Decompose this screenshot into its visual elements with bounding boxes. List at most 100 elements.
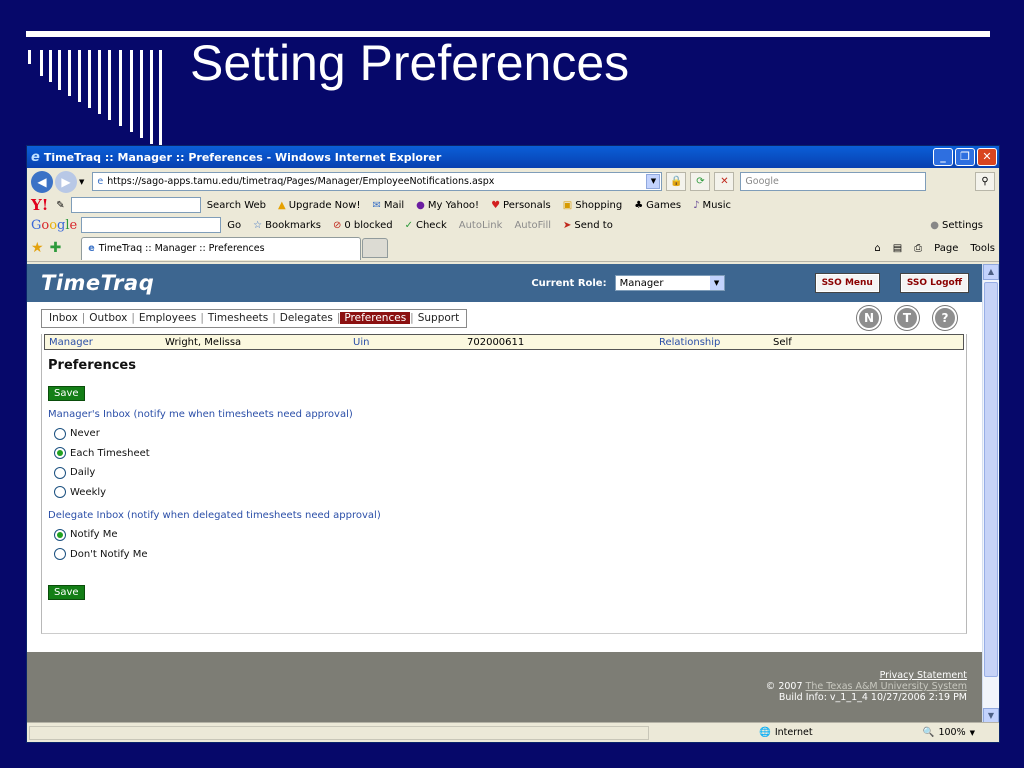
page-menu[interactable]: Page (934, 243, 958, 254)
radio-button[interactable] (54, 528, 66, 541)
employee-info-row: Manager Wright, Melissa Uin 702000611 Re… (44, 334, 964, 350)
tools-menu[interactable]: Tools (970, 243, 995, 254)
feeds-icon[interactable]: ▤ (893, 243, 902, 254)
shopping-bag-icon: ▣ (562, 199, 573, 211)
manager-inbox-options: Never Each Timesheet Daily Weekly (42, 424, 966, 502)
radio-label: Each Timesheet (70, 447, 150, 459)
radio-button[interactable] (54, 427, 66, 440)
manager-inbox-option[interactable]: Never (54, 424, 966, 444)
decorative-bar (28, 50, 31, 64)
personals-button[interactable]: ♥ Personals (491, 200, 551, 211)
decorative-bar (108, 50, 111, 120)
bookmarks-button[interactable]: ☆ Bookmarks (253, 220, 321, 231)
go-button[interactable]: Go (227, 220, 241, 231)
slide-title: Setting Preferences (190, 35, 630, 91)
send-to-button[interactable]: ➤ Send to (563, 220, 613, 231)
search-input[interactable]: Google (740, 172, 927, 191)
nav-item-timesheets[interactable]: Timesheets (204, 312, 272, 324)
scroll-up-icon[interactable]: ▲ (983, 264, 999, 280)
radio-button[interactable] (54, 466, 66, 479)
autofill-button[interactable]: AutoFill (514, 220, 551, 231)
privacy-statement-link[interactable]: Privacy Statement (880, 670, 967, 681)
google-search-input[interactable] (81, 217, 222, 233)
home-icon[interactable]: ⌂ (874, 243, 880, 254)
save-button-bottom[interactable]: Save (48, 585, 85, 600)
yahoo-logo[interactable]: Y! (31, 196, 48, 214)
save-button-top[interactable]: Save (48, 386, 85, 401)
manager-inbox-option[interactable]: Weekly (54, 483, 966, 503)
nav-item-outbox[interactable]: Outbox (85, 312, 131, 324)
nav-item-inbox[interactable]: Inbox (45, 312, 82, 324)
manager-inbox-option[interactable]: Daily (54, 463, 966, 483)
history-dropdown-icon[interactable]: ▼ (79, 178, 84, 186)
delegate-inbox-option[interactable]: Don't Notify Me (54, 545, 966, 565)
autolink-button[interactable]: AutoLink (459, 220, 503, 231)
google-logo[interactable]: Google (31, 218, 77, 233)
radio-button[interactable] (54, 548, 66, 561)
sso-menu-button[interactable]: SSO Menu (814, 273, 880, 293)
nav-item-support[interactable]: Support (414, 312, 464, 324)
refresh-icon[interactable]: ⟳ (690, 172, 711, 191)
print-icon[interactable]: ⎙ (914, 243, 922, 254)
radio-label: Weekly (70, 486, 107, 498)
scroll-thumb[interactable] (984, 282, 998, 677)
timesheet-icon[interactable]: T (895, 306, 919, 330)
joystick-icon: ♣ (634, 199, 644, 211)
nav-item-delegates[interactable]: Delegates (276, 312, 337, 324)
forward-button[interactable]: ▶ (55, 170, 77, 193)
new-tab-button[interactable] (362, 238, 389, 258)
sso-logoff-button[interactable]: SSO Logoff (899, 273, 969, 293)
mail-button[interactable]: ✉ Mail (372, 200, 404, 211)
lock-icon[interactable]: 🔒 (666, 172, 687, 191)
manager-inbox-label: Manager's Inbox (notify me when timeshee… (48, 409, 353, 420)
radio-button[interactable] (54, 447, 66, 460)
add-favorite-icon[interactable]: ✚ (50, 240, 62, 256)
radio-button[interactable] (54, 486, 66, 499)
restore-button[interactable]: ❐ (955, 148, 975, 166)
vertical-scrollbar[interactable]: ▲ ▼ (982, 264, 999, 724)
tab-title: TimeTraq :: Manager :: Preferences (98, 243, 265, 254)
radio-label: Daily (70, 467, 96, 479)
security-zone[interactable]: 🌐 Internet (759, 727, 813, 738)
send-icon: ➤ (563, 219, 572, 231)
chevron-down-icon: ▼ (709, 276, 724, 290)
decorative-bar (98, 50, 101, 114)
stop-icon[interactable]: ✕ (714, 172, 735, 191)
settings-icon: ● (930, 219, 939, 231)
zoom-icon: 🔍 (922, 727, 935, 738)
delegate-inbox-option[interactable]: Notify Me (54, 525, 966, 545)
zoom-control[interactable]: 🔍 100% ▼ (923, 727, 975, 738)
info-role: Manager (49, 336, 93, 348)
nav-item-employees[interactable]: Employees (135, 312, 200, 324)
music-button[interactable]: ♪ Music (693, 200, 731, 211)
build-info: Build Info: v_1_1_4 10/27/2006 2:19 PM (778, 692, 967, 703)
manager-inbox-option[interactable]: Each Timesheet (54, 444, 966, 464)
back-button[interactable]: ◀ (31, 170, 53, 193)
info-name: Wright, Melissa (165, 336, 242, 348)
address-bar[interactable]: e https://sago-apps.tamu.edu/timetraq/Pa… (92, 172, 663, 191)
info-uin-label: Uin (353, 336, 370, 348)
search-icon[interactable]: ⚲ (975, 172, 995, 191)
nav-item-preferences[interactable]: Preferences (340, 312, 411, 324)
games-button[interactable]: ♣ Games (634, 200, 681, 211)
minimize-button[interactable]: _ (933, 148, 953, 166)
yahoo-search-input[interactable] (70, 197, 201, 213)
my-yahoo-button[interactable]: ● My Yahoo! (416, 200, 479, 211)
favorites-icon[interactable]: ★ (31, 240, 44, 256)
popup-blocker-button[interactable]: ⊘ 0 blocked (333, 220, 393, 231)
shopping-button[interactable]: ▣ Shopping (563, 200, 622, 211)
notifications-icon[interactable]: N (857, 306, 881, 330)
address-dropdown-icon[interactable]: ▼ (646, 174, 661, 189)
close-button[interactable]: ✕ (977, 148, 997, 166)
upgrade-button[interactable]: ▲ Upgrade Now! (278, 200, 360, 211)
spellcheck-button[interactable]: ✓ Check (405, 220, 447, 231)
browser-tab-active[interactable]: e TimeTraq :: Manager :: Preferences (81, 236, 362, 260)
search-web-button[interactable]: Search Web (207, 200, 266, 211)
pencil-icon[interactable]: ✎ (56, 200, 64, 211)
role-select[interactable]: Manager ▼ (614, 275, 725, 291)
help-icon[interactable]: ? (933, 306, 957, 330)
google-settings-button[interactable]: ● Settings (930, 220, 983, 231)
page-icon: e (97, 176, 104, 187)
info-relationship: Self (773, 336, 792, 348)
tamus-link[interactable]: The Texas A&M University System (806, 681, 967, 692)
